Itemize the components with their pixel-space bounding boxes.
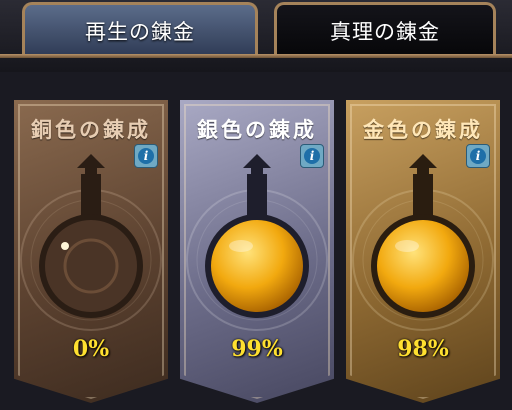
completion-percent: 98% <box>397 336 449 362</box>
tab-underline <box>0 54 512 58</box>
tab-label: 再生の錬金 <box>85 19 195 44</box>
silver-refinement-card[interactable]: 銀色の錬成 i 99% <box>180 100 334 403</box>
copper-refinement-card[interactable]: 銅色の錬成 i 0% <box>14 100 168 403</box>
flask-icon <box>371 154 475 318</box>
completion-percent: 0% <box>72 336 110 362</box>
flask-icon <box>205 154 309 318</box>
gold-refinement-card[interactable]: 金色の錬成 i 98% <box>346 100 500 403</box>
tab-label: 真理の錬金 <box>330 19 440 44</box>
flask-icon <box>39 154 143 318</box>
panel-title: 銅色の錬成 <box>31 117 151 142</box>
panel-title: 金色の錬成 <box>363 117 483 142</box>
completion-percent: 99% <box>231 336 283 362</box>
tab-regeneration-alchemy[interactable]: 再生の錬金 <box>22 2 258 56</box>
tab-truth-alchemy[interactable]: 真理の錬金 <box>274 2 496 56</box>
tab-bar: 再生の錬金 真理の錬金 <box>0 0 512 72</box>
panel-title: 銀色の錬成 <box>197 117 317 142</box>
